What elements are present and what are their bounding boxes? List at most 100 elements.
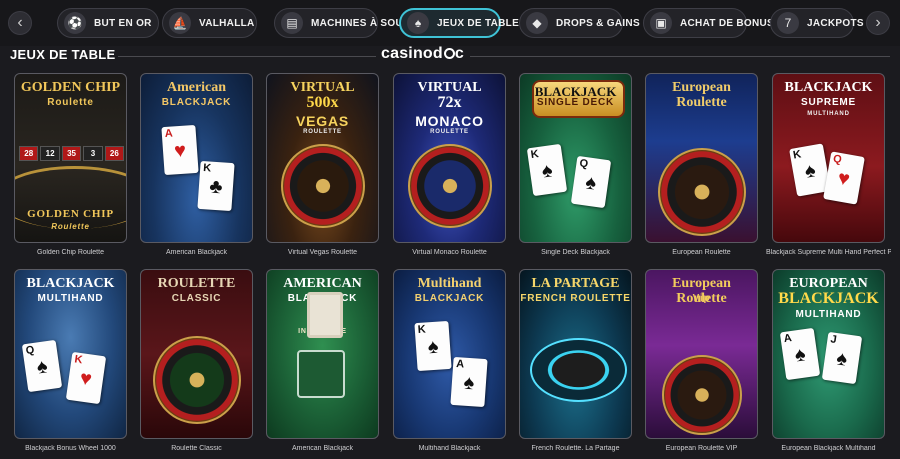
game-art-title: LA PARTAGE (531, 276, 620, 291)
roulette-number: 35 (61, 146, 82, 161)
game-title[interactable]: Virtual Monaco Roulette (387, 249, 512, 256)
roulette-wheel-icon (153, 336, 241, 424)
game-tile[interactable]: VIRTUAL 500x VEGAS ROULETTE (266, 73, 379, 243)
game-art-title: European Roulette (672, 80, 731, 110)
game-title[interactable]: French Roulette. La Partage (513, 445, 638, 452)
roulette-numbers: 28 12 35 3 26 (19, 146, 125, 161)
roulette-wheel-icon (658, 148, 746, 236)
section-divider-left (118, 56, 376, 57)
tab-achat-de-bonus[interactable]: ▣ Achat de bonus (643, 8, 774, 38)
game-art-caption: ROULETTE (303, 129, 342, 135)
game-tile[interactable]: VIRTUAL 72x MONACO ROULETTE (393, 73, 506, 243)
tab-drops-gains[interactable]: ◆ Drops & Gains (519, 8, 640, 38)
card-rank: A (164, 127, 174, 141)
game-art-title: BLACKJACK (26, 276, 115, 291)
game-tile[interactable]: BLACKJACK SINGLE DECK K ♠ Q ♠ (519, 73, 632, 243)
game-title[interactable]: Virtual Vegas Roulette (260, 249, 385, 256)
card-suit: ♠ (803, 159, 818, 183)
nav-next-button[interactable]: › (866, 11, 890, 35)
roulette-wheel-icon (281, 144, 365, 228)
game-tile[interactable]: LA PARTAGE FRENCH ROULETTE (519, 269, 632, 439)
card-rank: K (529, 148, 540, 162)
game-art-highlight: 72x (437, 94, 462, 111)
game-title[interactable]: American Blackjack (260, 445, 385, 452)
game-title[interactable]: Blackjack Bonus Wheel 1000 (8, 445, 133, 452)
game-art-title: BLACKJACK (784, 80, 873, 95)
game-art-subtitle: MONACO (415, 113, 484, 129)
game-tile[interactable]: American BLACKJACK A ♥ K ♣ (140, 73, 253, 243)
game-art-title: GOLDEN CHIP (20, 80, 121, 95)
game-title[interactable]: Multihand Blackjack (387, 445, 512, 452)
tab-label: Jeux de table (437, 17, 520, 29)
game-art-title: VIRTUAL (417, 80, 482, 95)
card-suit: ♥ (173, 139, 187, 163)
roulette-number: 28 (19, 146, 39, 161)
category-nav: ‹ ⚽ But en or ⛵ Valhalla ▤ Machines à sous… (0, 0, 900, 46)
game-art-footer-sub: Roulette (51, 222, 90, 231)
game-art-title: American (166, 80, 227, 95)
playing-card-icon: K ♣ (197, 160, 235, 212)
tab-but-en-or[interactable]: ⚽ But en or (57, 8, 159, 38)
card-suit: ♠ (427, 335, 440, 359)
game-tile[interactable]: AMERICANBLACKJACKINSURANCE (266, 269, 379, 439)
card-rank: Q (578, 157, 589, 171)
tab-jeux-de-table[interactable]: ♠ Jeux de table (399, 8, 519, 38)
game-title[interactable]: Blackjack Supreme Multi Hand Perfect Pai… (766, 249, 891, 256)
game-tile[interactable]: ROULETTE CLASSIC (140, 269, 253, 439)
playing-card-icon: Q ♠ (570, 155, 612, 209)
game-art-subtitle: SUPREME (800, 97, 857, 108)
playing-card-icon: J ♠ (821, 331, 863, 385)
card-suit: ♠ (462, 371, 475, 395)
card-rank: K (73, 353, 84, 367)
game-art-subtitle: Roulette (47, 97, 94, 108)
game-art-title: ROULETTE (157, 276, 236, 291)
playing-card-icon: Q ♥ (823, 151, 865, 205)
game-title[interactable]: European Roulette VIP (639, 445, 764, 452)
roulette-number: 26 (104, 146, 125, 161)
playing-card-icon: K ♠ (414, 320, 452, 372)
tab-jackpots[interactable]: 7 Jackpots (770, 8, 864, 38)
game-art-subtitle: CLASSIC (171, 293, 222, 304)
roulette-wheel-icon (530, 338, 627, 402)
game-title[interactable]: American Blackjack (134, 249, 259, 256)
card-back-icon (307, 292, 343, 338)
game-tile[interactable]: Multihand BLACKJACK K ♠ A ♠ (393, 269, 506, 439)
game-art-highlight: BLACKJACK (778, 290, 879, 307)
game-art-title: Multihand (417, 276, 482, 291)
goal-icon: ⚽ (64, 12, 86, 34)
tab-valhalla[interactable]: ⛵ Valhalla (162, 8, 257, 38)
game-art-caption: MULTIHAND (807, 111, 850, 117)
card-suit: ♠ (584, 171, 598, 195)
tab-machines-sous[interactable]: ▤ Machines à sous (274, 8, 410, 38)
game-title[interactable]: European Roulette (639, 249, 764, 256)
game-tile[interactable]: GOLDEN CHIP Roulette 28 12 35 3 26 GOLDEN CHIP R… (14, 73, 127, 243)
bonus-buy-icon: ▣ (650, 12, 672, 34)
card-rank: A (455, 358, 465, 371)
logo-ring-icon (443, 48, 455, 59)
card-rank: A (782, 332, 793, 346)
nav-prev-button[interactable]: ‹ (8, 11, 32, 35)
game-title[interactable]: European Blackjack Multihand (766, 445, 891, 452)
tab-label: Jackpots (807, 17, 864, 29)
game-title[interactable]: Golden Chip Roulette (8, 249, 133, 256)
playing-card-icon: K ♥ (65, 351, 107, 405)
game-title[interactable]: Single Deck Blackjack (513, 249, 638, 256)
chevron-left-icon: ‹ (17, 14, 23, 31)
game-tile[interactable]: European Roulette (645, 73, 758, 243)
game-tile[interactable]: European Roulette Vip (645, 269, 758, 439)
card-rank: Q (832, 152, 843, 167)
card-back-icon (297, 350, 345, 398)
card-suit: ♣ (208, 175, 224, 199)
section-header: JEUX DE TABLE casinod c (0, 45, 900, 68)
game-tile[interactable]: EUROPEAN BLACKJACK MULTIHAND A ♠ J ♠ (772, 269, 885, 439)
game-art-subtitle: SINGLE DECK (536, 97, 615, 108)
jackpot-777-icon: 7 (777, 12, 799, 34)
game-art-title: EUROPEAN (789, 276, 868, 291)
game-tile[interactable]: BLACKJACK SUPREME MULTIHAND K ♠ Q ♥ (772, 73, 885, 243)
tab-label: Achat de bonus (680, 17, 775, 29)
section-title: JEUX DE TABLE (10, 47, 116, 62)
game-tile[interactable]: BLACKJACK MULTIHAND Q ♠ K ♥ (14, 269, 127, 439)
cards-icon: ♠ (407, 12, 429, 34)
game-art-subtitle: BLACKJACK (414, 293, 485, 304)
game-title[interactable]: Roulette Classic (134, 445, 259, 452)
